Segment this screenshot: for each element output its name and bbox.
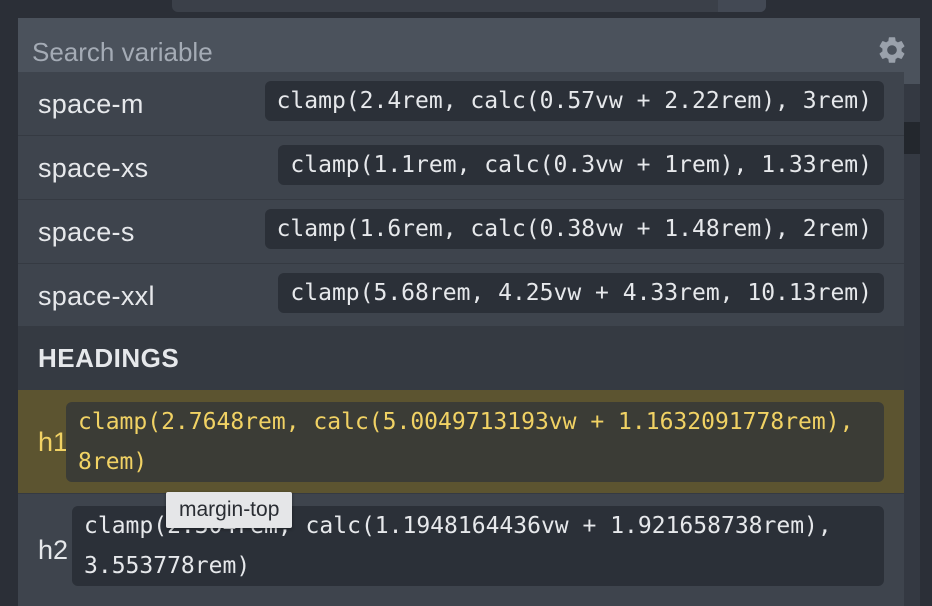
top-field-button-edge xyxy=(718,0,766,12)
variable-value: clamp(2.4rem, calc(0.57vw + 2.22rem), 3r… xyxy=(264,81,884,121)
variable-row-h1[interactable]: h1 clamp(2.7648rem, calc(5.0049713193vw … xyxy=(18,390,904,494)
variable-name: space-s xyxy=(38,217,135,247)
variable-name: h1 xyxy=(38,427,69,457)
variable-row-space-xs[interactable]: space-xs clamp(1.1rem, calc(0.3vw + 1rem… xyxy=(18,136,904,200)
variable-value: clamp(1.1rem, calc(0.3vw + 1rem), 1.33re… xyxy=(278,145,884,185)
variable-picker-panel: space-m clamp(2.4rem, calc(0.57vw + 2.22… xyxy=(18,18,920,606)
variable-name: space-m xyxy=(38,89,144,119)
scrollbar-thumb[interactable] xyxy=(904,122,920,154)
section-header-headings: HEADINGS xyxy=(18,326,904,390)
section-label: HEADINGS xyxy=(38,343,180,373)
scrollbar-track[interactable] xyxy=(904,84,920,606)
variable-row-space-s[interactable]: space-s clamp(1.6rem, calc(0.38vw + 1.48… xyxy=(18,200,904,264)
top-field-edge xyxy=(172,0,766,12)
variable-row-space-m[interactable]: space-m clamp(2.4rem, calc(0.57vw + 2.22… xyxy=(18,72,904,136)
variable-row-space-xxl[interactable]: space-xxl clamp(5.68rem, 4.25vw + 4.33re… xyxy=(18,264,904,328)
variable-name: h2 xyxy=(38,535,69,565)
variable-name: space-xxl xyxy=(38,281,155,311)
variable-value: clamp(2.7648rem, calc(5.0049713193vw + 1… xyxy=(66,402,884,482)
variable-list: space-m clamp(2.4rem, calc(0.57vw + 2.22… xyxy=(18,72,904,606)
variable-value: clamp(1.6rem, calc(0.38vw + 1.48rem), 2r… xyxy=(264,209,884,249)
tooltip: margin-top xyxy=(166,492,293,528)
variable-row-h2[interactable]: h2 clamp(2.304rem, calc(1.1948164436vw +… xyxy=(18,494,904,606)
variable-value: clamp(5.68rem, 4.25vw + 4.33rem, 10.13re… xyxy=(278,273,884,313)
gear-icon[interactable] xyxy=(876,34,908,66)
variable-name: space-xs xyxy=(38,153,149,183)
search-input[interactable] xyxy=(30,30,854,74)
